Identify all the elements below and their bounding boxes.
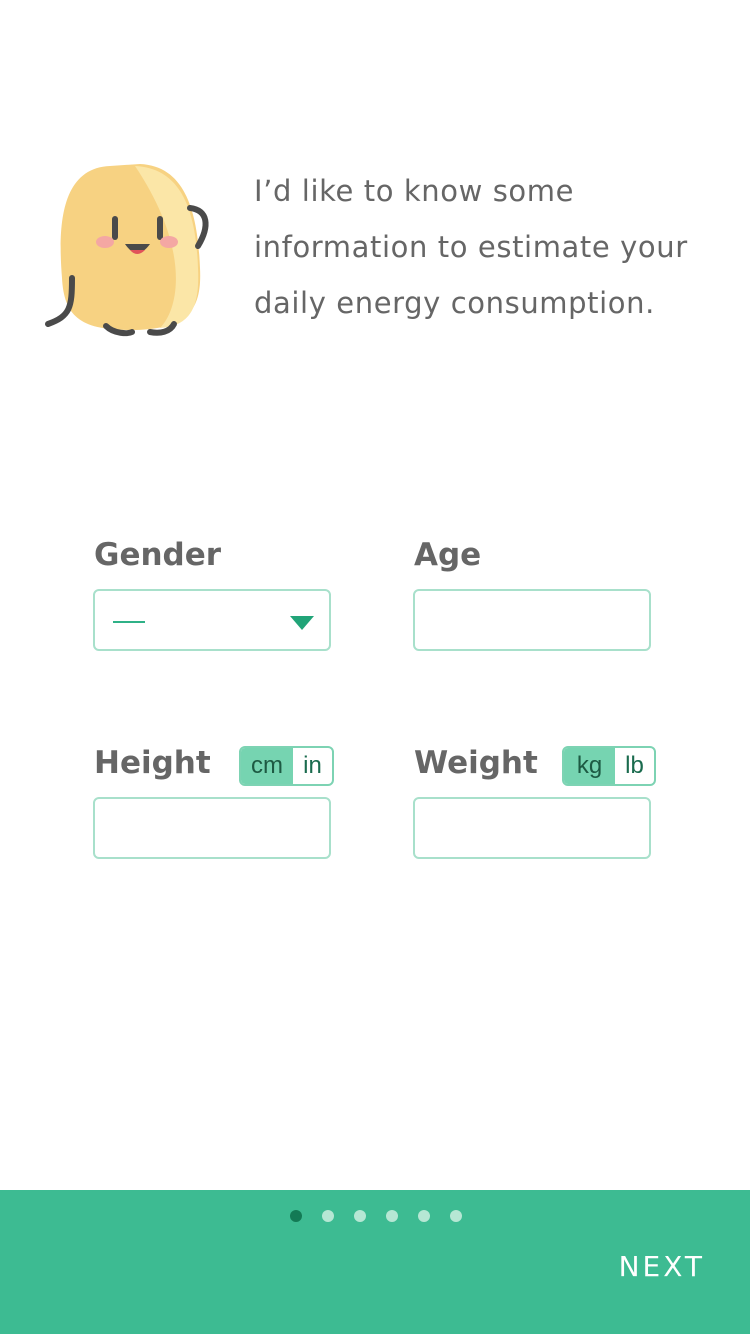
weight-unit-toggle[interactable]: kg lb xyxy=(562,746,656,786)
caret-down-icon[interactable] xyxy=(290,616,314,630)
intro-text: I’d like to know some information to est… xyxy=(254,163,724,331)
weight-label: Weight xyxy=(414,745,538,781)
intro-line-2: information to estimate your xyxy=(254,230,688,264)
next-button[interactable]: NEXT xyxy=(619,1250,705,1283)
weight-input[interactable] xyxy=(413,797,651,859)
page-dot-5 xyxy=(418,1210,430,1222)
height-unit-toggle[interactable]: cm in xyxy=(239,746,334,786)
page-dot-6 xyxy=(450,1210,462,1222)
gender-empty-value xyxy=(113,621,145,623)
gender-label: Gender xyxy=(94,537,222,573)
page-dot-2 xyxy=(322,1210,334,1222)
weight-unit-lb[interactable]: lb xyxy=(615,748,654,784)
height-label: Height xyxy=(94,745,211,781)
age-label: Age xyxy=(414,537,482,573)
height-unit-cm[interactable]: cm xyxy=(241,748,293,784)
page-dot-4 xyxy=(386,1210,398,1222)
footer-bar: NEXT xyxy=(0,1190,750,1334)
page-indicator xyxy=(290,1210,462,1222)
page-dot-3 xyxy=(354,1210,366,1222)
weight-unit-kg[interactable]: kg xyxy=(564,748,615,784)
height-input[interactable] xyxy=(93,797,331,859)
height-unit-in[interactable]: in xyxy=(293,748,332,784)
age-input[interactable] xyxy=(413,589,651,651)
gender-select[interactable] xyxy=(93,589,331,651)
mascot-illustration xyxy=(45,164,209,337)
intro-line-3: daily energy consumption. xyxy=(254,286,655,320)
page-dot-1 xyxy=(290,1210,302,1222)
intro-line-1: I’d like to know some xyxy=(254,174,575,208)
